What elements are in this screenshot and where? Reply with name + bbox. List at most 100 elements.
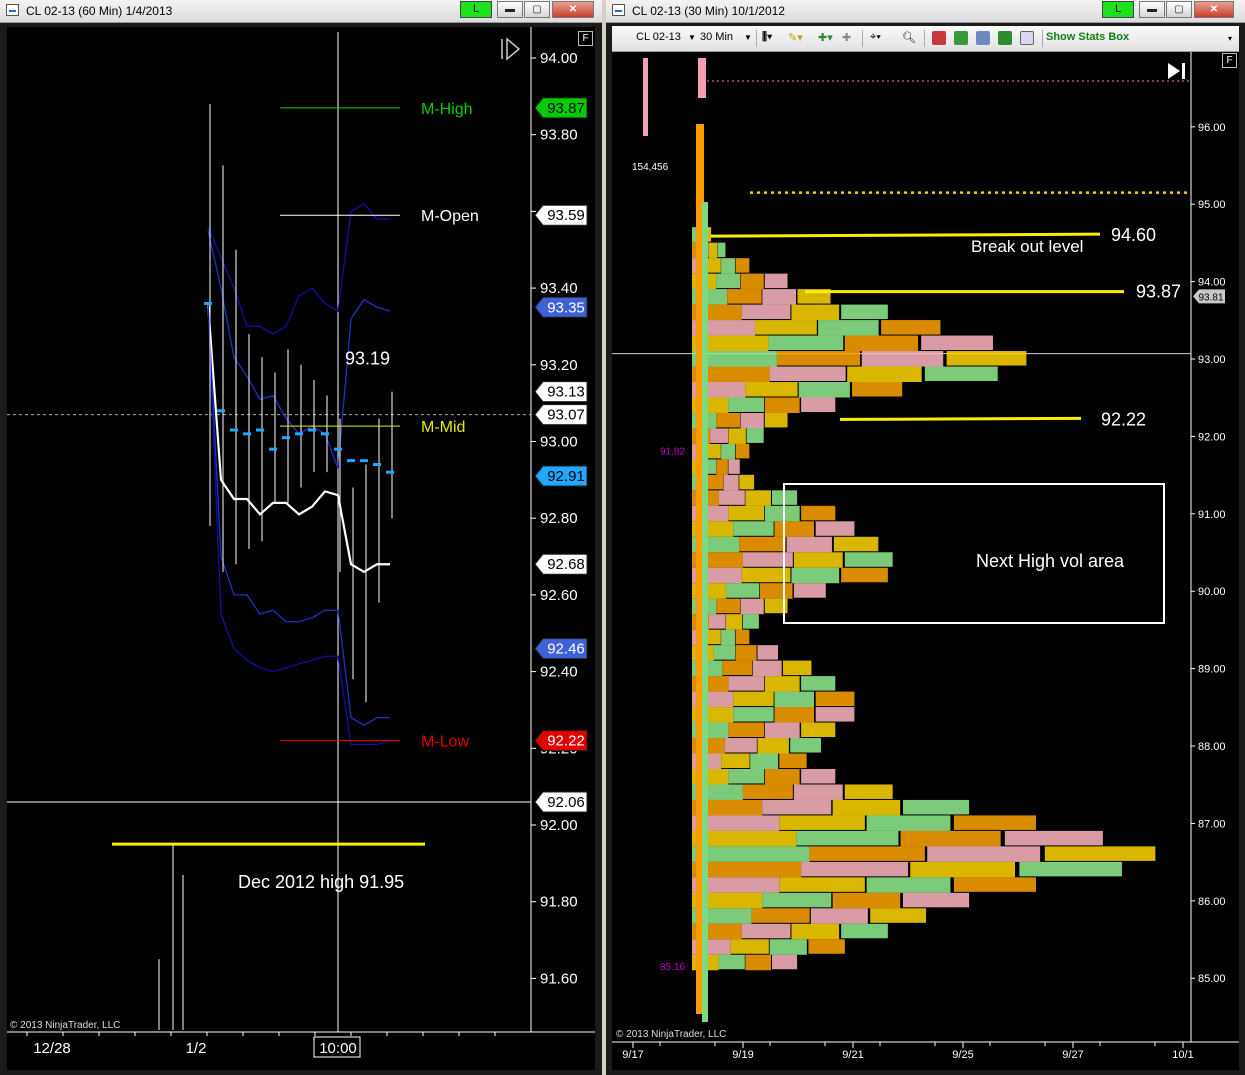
right-window-title: CL 02-13 (30 Min) 10/1/2012 <box>632 4 785 18</box>
break-out-label: Break out level <box>971 237 1083 256</box>
tick-marker <box>204 301 212 305</box>
toolbar-menu-icon[interactable]: ▾ <box>1228 34 1232 43</box>
break-out-line <box>710 232 1101 238</box>
right-title-bar[interactable]: CL 02-13 (30 Min) 10/1/2012 L ▬ ▢ ✕ <box>606 0 1245 23</box>
profile-row-segment <box>769 366 846 382</box>
profile-row-segment <box>716 412 741 428</box>
band-line-middle-line <box>206 303 390 574</box>
profile-row-segment <box>810 908 868 924</box>
minimize-icon[interactable]: ▬ <box>497 1 523 18</box>
chevron-down-icon[interactable]: ▼ <box>688 33 696 42</box>
band-line-lower-band <box>207 303 391 746</box>
profile-row-segment <box>801 861 909 877</box>
profile-row-segment <box>742 552 793 567</box>
chart-format-button[interactable]: F <box>1222 53 1237 68</box>
current-price-label: 93.81 <box>1198 292 1223 303</box>
maximize-icon[interactable]: ▢ <box>524 1 550 18</box>
end-scroll-icon <box>501 37 521 61</box>
close-icon[interactable]: ✕ <box>1194 1 1234 18</box>
data-box-icon[interactable] <box>954 31 968 45</box>
right-market-profile-chart[interactable]: 96.00 95.00 94.00 93.00 92.00 91.00 90.00 89.00… <box>612 52 1239 1070</box>
instrument-selector[interactable]: CL 02-13 <box>636 31 681 43</box>
profile-row-segment <box>721 443 736 460</box>
profile-low-label: 91.82 <box>660 446 685 457</box>
profile-row-segment <box>728 768 765 784</box>
snapshot-icon[interactable] <box>976 31 990 45</box>
profile-row-segment <box>801 768 836 784</box>
properties-icon[interactable] <box>932 31 946 45</box>
x-tick-label: 10/1 <box>1172 1049 1193 1061</box>
profile-row-segment <box>832 799 901 816</box>
left-window-title: CL 02-13 (60 Min) 1/4/2013 <box>26 4 173 18</box>
profile-row-segment <box>762 799 832 815</box>
indicator-icon[interactable]: ✚▾ <box>818 31 833 44</box>
drawing-tool-icon[interactable]: ✎▾ <box>788 31 803 44</box>
profile-row-segment <box>801 722 836 738</box>
profile-row-segment <box>757 738 789 754</box>
connection-status-button[interactable]: L <box>460 1 492 18</box>
level-line-92-22 <box>839 416 1082 421</box>
profile-row-segment <box>717 242 726 258</box>
profile-row-segment <box>713 645 736 660</box>
template-icon[interactable] <box>1020 31 1034 45</box>
profile-row-segment <box>728 505 765 521</box>
profile-row-segment <box>764 397 800 413</box>
profile-row-segment <box>902 892 970 908</box>
x-tick-label: 9/27 <box>1062 1049 1083 1061</box>
profile-row-segment <box>730 939 769 954</box>
x-tick-label: 9/25 <box>952 1049 973 1061</box>
y-tick-label: 93.40 <box>540 280 578 297</box>
tick-marker <box>256 428 264 432</box>
price-marker-label: 93.59 <box>547 207 585 224</box>
chart-format-button[interactable]: F <box>578 31 593 46</box>
level-label-m-open: M-Open <box>421 208 479 225</box>
zoom-icon[interactable]: 🔍︎ <box>902 31 916 44</box>
level-label-94-60: 94.60 <box>1111 225 1156 245</box>
profile-row-segment <box>745 954 771 971</box>
profile-row-segment <box>900 830 1001 847</box>
y-tick-label: 86.00 <box>1198 896 1226 908</box>
profile-row-segment <box>833 536 879 552</box>
profile-row-segment <box>809 846 925 861</box>
y-tick-label: 96.00 <box>1198 122 1226 134</box>
profile-row-segment <box>742 784 793 799</box>
profile-row-segment <box>902 799 970 815</box>
close-icon[interactable]: ✕ <box>552 1 594 18</box>
left-title-bar[interactable]: CL 02-13 (60 Min) 1/4/2013 L ▬ ▢ ✕ <box>0 0 602 23</box>
annotation-93-19: 93.19 <box>345 349 390 369</box>
bar-type-icon[interactable]: ⫼▾ <box>762 31 772 44</box>
left-price-chart[interactable]: 94.0093.8093.6093.4093.2093.0092.8092.60… <box>7 27 595 1070</box>
price-marker-label: 92.22 <box>547 733 585 750</box>
profile-row-segment <box>779 815 865 830</box>
maximize-icon[interactable]: ▢ <box>1166 1 1192 18</box>
connection-status-button[interactable]: L <box>1102 1 1134 18</box>
profile-row-segment <box>791 567 840 584</box>
level-label-m-mid: M-Mid <box>421 419 465 436</box>
profile-row-segment <box>774 707 815 723</box>
show-stats-box-button[interactable]: Show Stats Box <box>1046 31 1129 43</box>
level-label-m-high: M-High <box>421 101 473 118</box>
profile-row-segment <box>725 614 743 630</box>
profile-row-segment <box>841 567 888 583</box>
profile-row-segment <box>852 381 903 397</box>
profile-row-segment <box>1019 861 1122 877</box>
tick-marker <box>373 463 381 467</box>
chevron-down-icon[interactable]: ▼ <box>744 33 752 42</box>
profile-row-segment <box>782 660 812 676</box>
trade-icon[interactable] <box>998 31 1012 45</box>
profile-row-segment <box>725 583 760 598</box>
tick-marker <box>230 428 238 432</box>
profile-row-segment <box>764 412 788 428</box>
crosshair-icon[interactable]: ⌖▾ <box>870 31 881 44</box>
profile-row-segment <box>728 428 746 444</box>
tick-marker <box>217 409 225 413</box>
strategy-icon[interactable]: ✚ <box>842 31 851 44</box>
minimize-icon[interactable]: ▬ <box>1139 1 1165 18</box>
profile-row-segment <box>746 428 764 443</box>
interval-selector[interactable]: 30 Min <box>700 31 733 43</box>
profile-row-segment <box>791 923 840 940</box>
toolbar-separator <box>1042 30 1043 47</box>
profile-row-segment <box>774 691 815 708</box>
price-marker-label: 92.06 <box>547 794 585 811</box>
profile-row-segment <box>740 273 764 290</box>
